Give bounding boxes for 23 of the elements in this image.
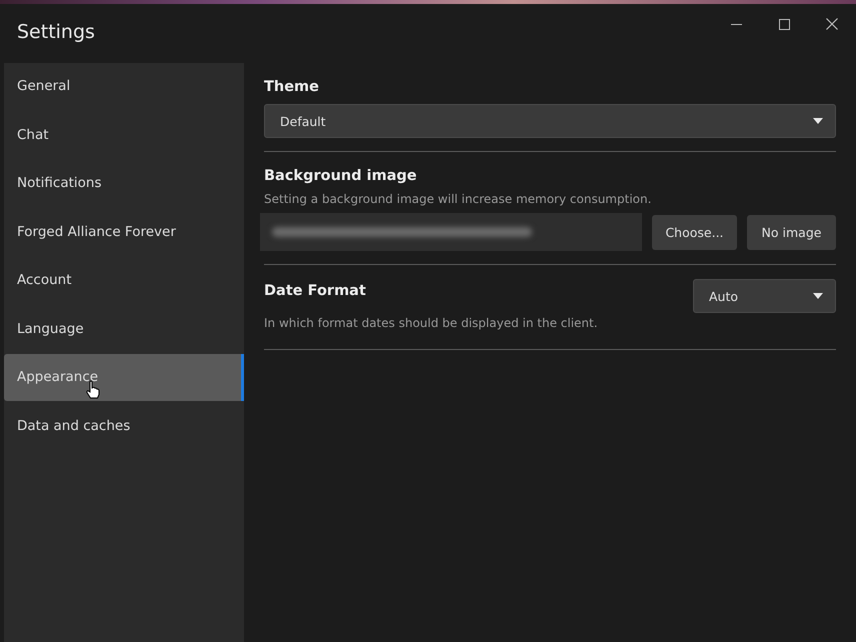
- sidebar-item[interactable]: Forged Alliance Forever: [4, 208, 244, 255]
- sidebar-item[interactable]: Data and caches: [4, 402, 244, 449]
- section-heading: Theme: [264, 79, 320, 95]
- sidebar-item[interactable]: Notifications: [4, 160, 244, 206]
- caret-icon: [813, 118, 823, 124]
- image-path-field[interactable]: [260, 213, 642, 251]
- close-icon[interactable]: [826, 18, 838, 30]
- section-heading: Date Format: [264, 283, 367, 299]
- section-heading: Background image: [264, 168, 418, 184]
- caret-icon: [813, 293, 823, 299]
- maximize-icon[interactable]: [778, 18, 790, 30]
- sidebar-item[interactable]: Account: [4, 257, 244, 304]
- clear-image-button[interactable]: No image: [747, 214, 836, 250]
- section-description: Setting a background image will increase memory consumption.: [264, 192, 652, 206]
- date-format-dropdown[interactable]: Auto: [693, 279, 836, 313]
- sidebar-item[interactable]: General: [4, 63, 244, 110]
- section-description: In which format dates should be displayed in the client.: [264, 316, 598, 330]
- window-title: Settings: [17, 21, 96, 43]
- sidebar-item[interactable]: Chat: [4, 112, 244, 158]
- sidebar-item[interactable]: Appearance: [4, 354, 244, 400]
- choose-button[interactable]: Choose...: [652, 214, 737, 250]
- theme-dropdown[interactable]: Default: [264, 104, 836, 138]
- sidebar-item[interactable]: Language: [4, 306, 244, 352]
